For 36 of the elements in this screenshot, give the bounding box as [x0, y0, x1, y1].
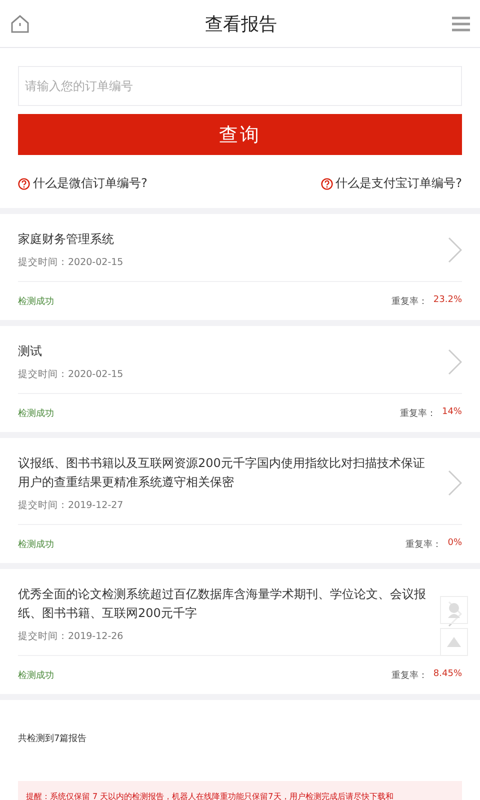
rate-value: 14%: [442, 406, 462, 418]
rate-value: 23.2%: [433, 294, 462, 306]
status-text: 检测成功: [18, 408, 54, 420]
rate-label: 重复率：: [391, 670, 428, 682]
status-text: 检测成功: [18, 538, 54, 550]
submit-date: 提交时间：2020-02-15: [18, 256, 124, 269]
rate-label: 重复率：: [406, 538, 442, 550]
report-title: 议报纸、图书书籍以及互联网资源200元千字国内使用指纹比对扫描技术保证用户的查重结果更精准系统遵守相关保密: [18, 455, 426, 491]
report-card[interactable]: 议报纸、图书书籍以及互联网资源200元千字国内使用指纹比对扫描技术保证用户的查重结果更精准系统遵守相关保密 提交时间：2019-12-27 检测成功 重复率： 0%: [0, 438, 480, 563]
up-arrow-icon: [447, 637, 461, 647]
rate-value: 8.45%: [433, 668, 462, 680]
report-count: 共检测到7篇报告: [18, 734, 87, 744]
report-title: 优秀全面的论文检测系统超过百亿数据库含海量学术期刊、学位论文、会议报纸、图书书籍、互联网200元千字: [18, 586, 427, 622]
status-text: 检测成功: [18, 670, 54, 682]
rate-label: 重复率：: [391, 296, 428, 308]
question-icon: [18, 178, 30, 190]
notice-text: 提醒：系统仅保留 7 天以内的检测报告，机器人在线降重功能只保留7天，用户检测完成后请尽快下载和: [18, 781, 462, 800]
menu-icon[interactable]: [452, 16, 470, 32]
help-link[interactable]: 什么是支付宝订单编号?: [320, 175, 462, 192]
submit-date: 提交时间：2019-12-26: [18, 630, 124, 643]
report-card[interactable]: 测试 提交时间：2020-02-15 检测成功 重复率： 14%: [0, 326, 480, 432]
question-icon: [320, 178, 333, 190]
query-button[interactable]: 查询: [18, 114, 462, 155]
order-number-field[interactable]: 请输入您的订单编号: [18, 66, 462, 106]
report-title: 测试: [18, 343, 43, 360]
help-link[interactable]: 什么是微信订单编号?: [18, 175, 148, 192]
submit-date: 提交时间：2019-12-27: [18, 499, 124, 512]
report-title: 家庭财务管理系统: [18, 231, 115, 248]
status-text: 检测成功: [18, 296, 54, 308]
submit-date: 提交时间：2020-02-15: [18, 368, 124, 381]
home-icon[interactable]: [10, 14, 30, 34]
report-card[interactable]: 家庭财务管理系统 提交时间：2020-02-15 检测成功 重复率： 23.2%: [0, 214, 480, 320]
rate-label: 重复率：: [400, 408, 436, 420]
rate-value: 0%: [448, 538, 462, 550]
page-title: 查看报告: [205, 12, 277, 36]
person-icon: [447, 602, 461, 618]
